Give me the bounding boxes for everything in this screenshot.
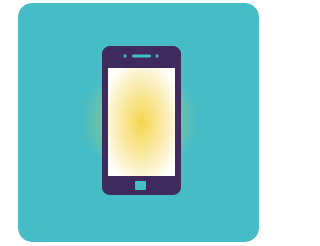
camera-dot [123, 54, 127, 58]
sensor-dot [155, 54, 159, 58]
speaker-slot [132, 54, 151, 58]
app-icon-canvas [0, 0, 265, 246]
app-icon-tile[interactable] [18, 3, 259, 242]
home-button [135, 181, 146, 190]
smartphone-icon [18, 3, 259, 242]
phone-screen [108, 68, 175, 176]
